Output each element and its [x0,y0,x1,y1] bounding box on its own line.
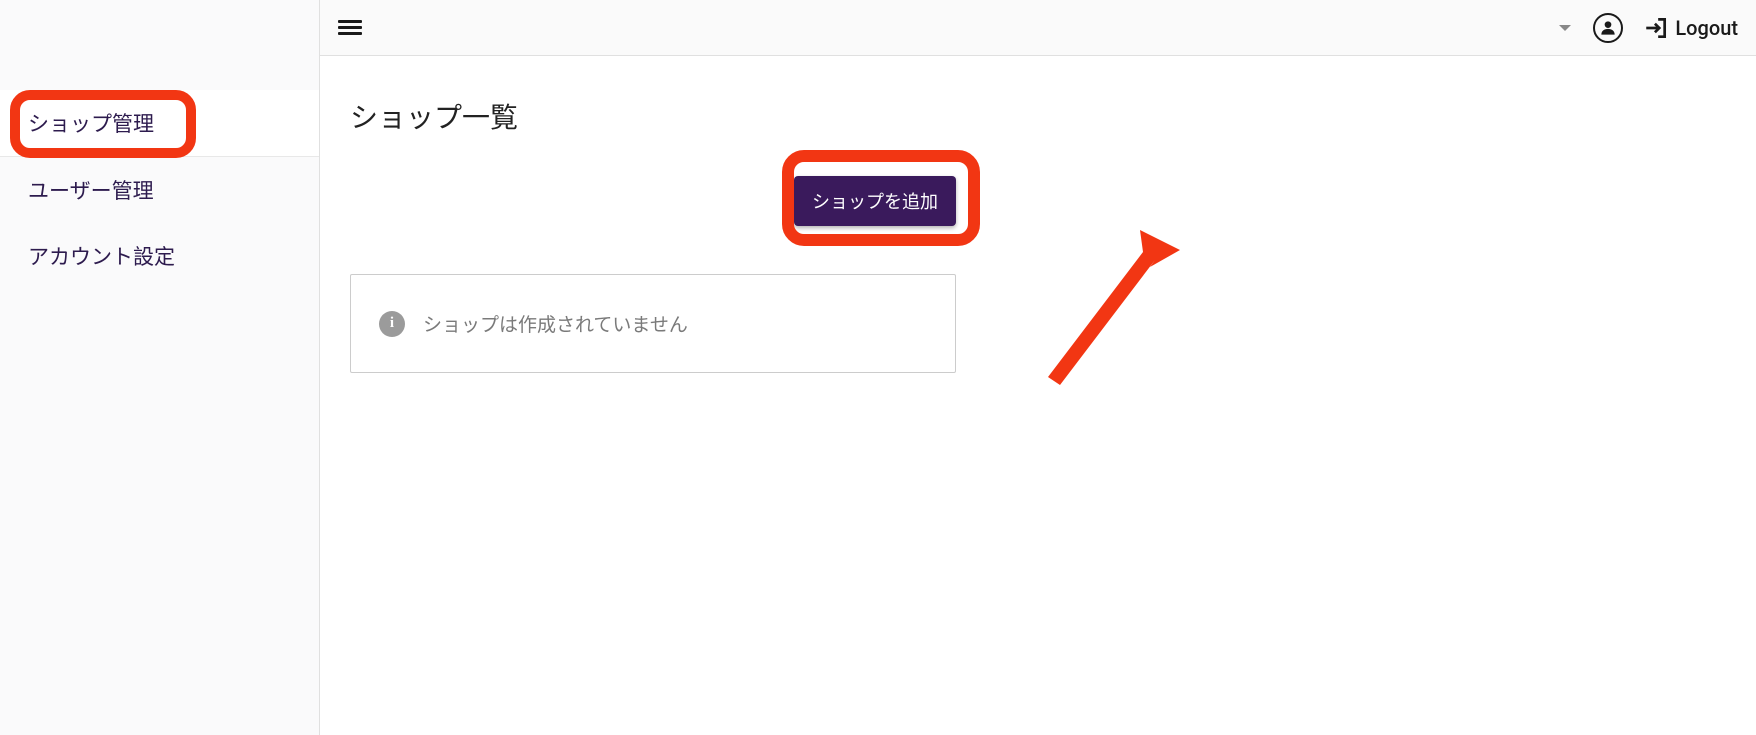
sidebar-item-account-settings[interactable]: アカウント設定 [0,223,319,289]
logout-icon [1643,15,1669,41]
add-shop-button[interactable]: ショップを追加 [794,176,956,226]
sidebar-item-shop-management[interactable]: ショップ管理 [0,90,319,157]
logout-button[interactable]: Logout [1643,15,1738,41]
sidebar-item-label: ショップ管理 [28,113,154,137]
sidebar-item-user-management[interactable]: ユーザー管理 [0,157,319,223]
main-area: Logout ショップ一覧 ショップを追加 i ショップは作成されていません [320,0,1756,735]
dropdown-caret-icon[interactable] [1559,25,1571,31]
sidebar-item-label: ユーザー管理 [28,180,154,204]
sidebar: ショップ管理 ユーザー管理 アカウント設定 [0,0,320,735]
logout-label: Logout [1675,16,1738,40]
sidebar-spacer [0,0,319,90]
add-button-container: ショップを追加 [350,176,956,226]
sidebar-item-label: アカウント設定 [28,246,175,270]
page-title: ショップ一覧 [350,96,1726,136]
content: ショップ一覧 ショップを追加 i ショップは作成されていません [320,56,1756,413]
topbar: Logout [320,0,1756,56]
info-icon: i [379,311,405,337]
user-avatar-icon[interactable] [1593,13,1623,43]
empty-state-panel: i ショップは作成されていません [350,274,956,373]
hamburger-menu-icon[interactable] [338,16,362,40]
empty-state-text: ショップは作成されていません [423,310,688,337]
